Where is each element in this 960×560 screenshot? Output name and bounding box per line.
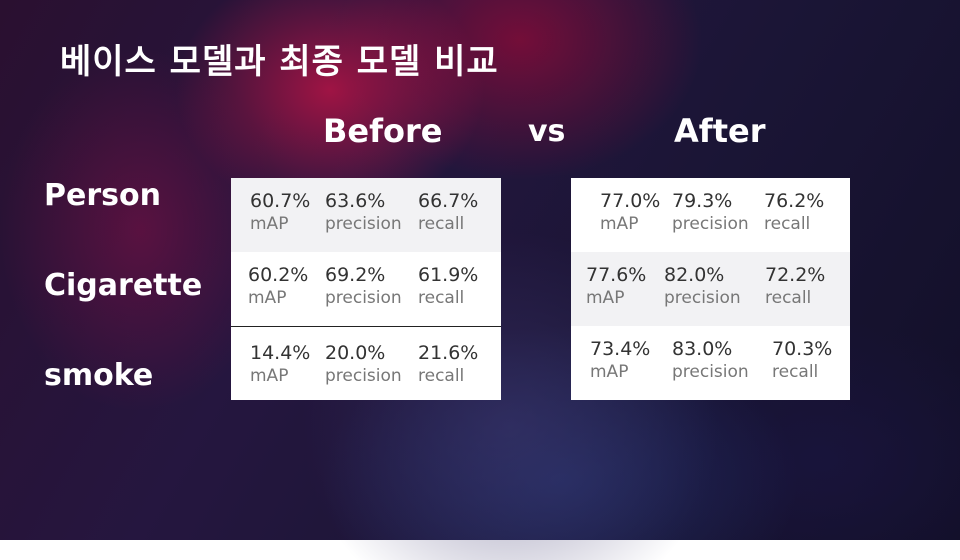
metric-cell-map: 73.4% mAP — [590, 338, 650, 382]
metric-label: mAP — [250, 214, 289, 234]
metric-value: 60.7% — [250, 190, 311, 212]
metric-label: precision — [664, 288, 741, 308]
metric-value: 76.2% — [764, 190, 825, 212]
row-label-cigarette: Cigarette — [44, 268, 203, 303]
metric-value: 77.0% — [600, 190, 661, 212]
metric-label: recall — [418, 366, 465, 386]
metric-value: 66.7% — [418, 190, 479, 212]
metric-value: 63.6% — [325, 190, 386, 212]
table-row: 14.4% mAP 20.0% precision 21.6% recall — [231, 326, 501, 400]
table-row: 73.4% mAP 83.0% precision 70.3% recall — [571, 326, 850, 400]
row-label-smoke: smoke — [44, 358, 154, 393]
metric-cell-precision: 83.0% precision — [672, 338, 749, 382]
metric-cell-recall: 76.2% recall — [764, 190, 824, 234]
metric-value: 14.4% — [250, 342, 311, 364]
metric-value: 20.0% — [325, 342, 386, 364]
metric-value: 21.6% — [418, 342, 479, 364]
metric-label: recall — [418, 214, 465, 234]
metric-value: 77.6% — [586, 264, 647, 286]
metric-cell-recall: 66.7% recall — [418, 190, 478, 234]
metric-cell-precision: 63.6% precision — [325, 190, 402, 234]
metric-value: 82.0% — [664, 264, 725, 286]
metric-cell-map: 77.0% mAP — [600, 190, 660, 234]
metric-value: 79.3% — [672, 190, 733, 212]
metric-value: 61.9% — [418, 264, 479, 286]
metric-label: precision — [672, 214, 749, 234]
metric-label: recall — [765, 288, 812, 308]
metric-label: mAP — [600, 214, 639, 234]
before-heading: Before — [323, 112, 443, 150]
metric-value: 60.2% — [248, 264, 309, 286]
metric-cell-recall: 61.9% recall — [418, 264, 478, 308]
metric-cell-precision: 69.2% precision — [325, 264, 402, 308]
metric-label: mAP — [590, 362, 629, 382]
table-row: 77.0% mAP 79.3% precision 76.2% recall — [571, 178, 850, 252]
metric-label: recall — [772, 362, 819, 382]
metric-cell-map: 14.4% mAP — [250, 342, 310, 386]
metric-cell-map: 60.7% mAP — [250, 190, 310, 234]
row-label-person: Person — [44, 178, 161, 213]
metric-cell-map: 60.2% mAP — [248, 264, 308, 308]
slide-title: 베이스 모델과 최종 모델 비교 — [60, 42, 499, 82]
metric-cell-precision: 20.0% precision — [325, 342, 402, 386]
metric-value: 70.3% — [772, 338, 833, 360]
after-table: 77.0% mAP 79.3% precision 76.2% recall 7… — [571, 178, 850, 400]
metric-value: 83.0% — [672, 338, 733, 360]
metric-cell-precision: 79.3% precision — [672, 190, 749, 234]
metric-label: recall — [418, 288, 465, 308]
metric-cell-recall: 21.6% recall — [418, 342, 478, 386]
table-row: 60.2% mAP 69.2% precision 61.9% recall — [231, 252, 501, 326]
metric-label: mAP — [248, 288, 287, 308]
after-heading: After — [674, 112, 766, 150]
metric-cell-precision: 82.0% precision — [664, 264, 741, 308]
vs-heading: vs — [528, 114, 566, 149]
table-row: 60.7% mAP 63.6% precision 66.7% recall — [231, 178, 501, 252]
before-table: 60.7% mAP 63.6% precision 66.7% recall 6… — [231, 178, 501, 400]
metric-value: 73.4% — [590, 338, 651, 360]
metric-label: recall — [764, 214, 811, 234]
metric-cell-recall: 70.3% recall — [772, 338, 832, 382]
metric-label: precision — [325, 214, 402, 234]
metric-cell-map: 77.6% mAP — [586, 264, 646, 308]
metric-label: mAP — [586, 288, 625, 308]
metric-value: 69.2% — [325, 264, 386, 286]
metric-label: mAP — [250, 366, 289, 386]
metric-value: 72.2% — [765, 264, 826, 286]
metric-cell-recall: 72.2% recall — [765, 264, 825, 308]
metric-label: precision — [672, 362, 749, 382]
metric-label: precision — [325, 288, 402, 308]
table-row: 77.6% mAP 82.0% precision 72.2% recall — [571, 252, 850, 326]
metric-label: precision — [325, 366, 402, 386]
